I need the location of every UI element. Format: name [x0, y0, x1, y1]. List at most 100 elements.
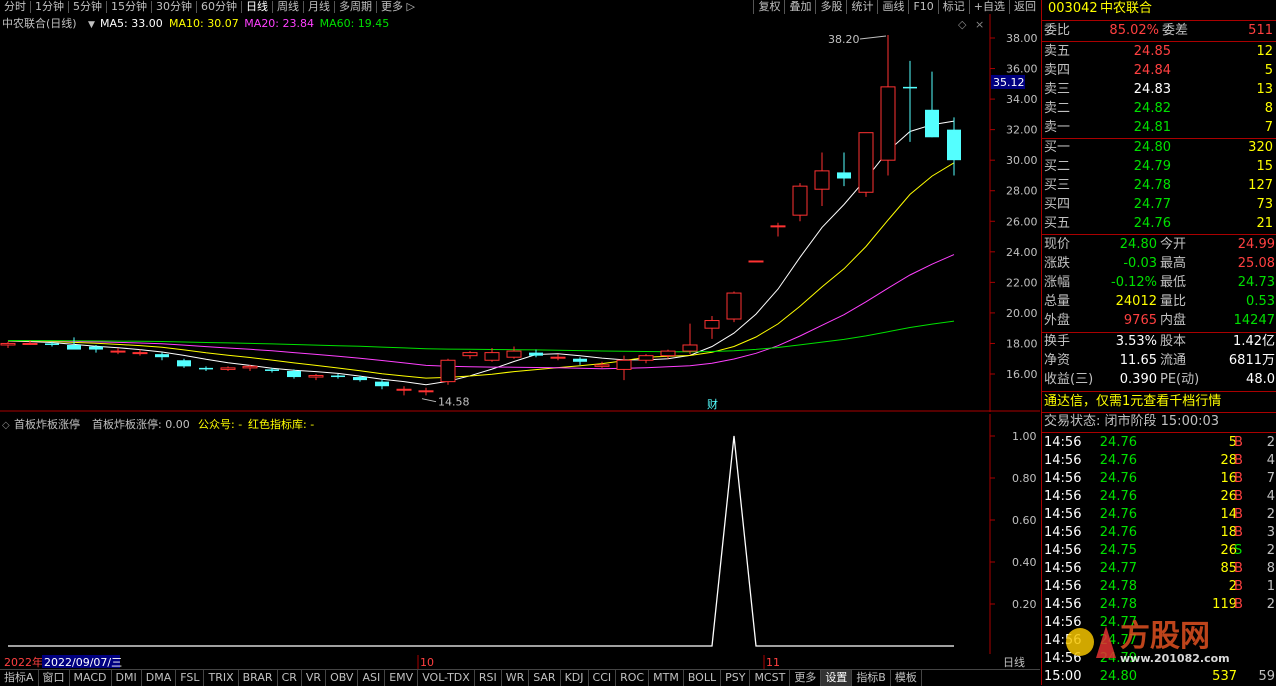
bid-row-3: 买四 24.77 73: [1042, 196, 1276, 214]
stat-label: 换手: [1044, 334, 1071, 349]
tick-time: 14:56: [1044, 489, 1082, 504]
tick-row-4: 14:56 24.76 14 B 2: [1042, 506, 1276, 524]
toolbar-button-1[interactable]: 叠加: [784, 0, 815, 14]
candle-body-down: [177, 360, 191, 367]
toolbar-button-2[interactable]: 多股: [815, 0, 846, 14]
timeframe-0[interactable]: 分时: [0, 0, 30, 14]
tab-27[interactable]: 模板: [891, 670, 922, 686]
ask-volume: 8: [1264, 101, 1273, 116]
indicator-chart[interactable]: ◇ 首板炸板涨停 首板炸板涨停: 0.00 公众号: - 红色指标库: - 1.00 0.8…: [0, 414, 1040, 654]
indicator-line: [8, 435, 954, 647]
stat-value: 6811万: [1228, 353, 1275, 368]
timeframe-4[interactable]: 30分钟: [152, 0, 196, 14]
tab-11[interactable]: ASI: [358, 670, 386, 686]
stat2-row-2: 收益(三) 0.390 PE(动) 48.0: [1042, 371, 1276, 389]
tick-price: 24.77: [1099, 561, 1137, 576]
ask-label: 卖五: [1044, 44, 1071, 59]
candle-body-down: [353, 377, 367, 381]
timeframe-10[interactable]: 更多 ▷: [377, 0, 419, 14]
candle-body-up: [550, 356, 566, 359]
timeframe-3[interactable]: 15分钟: [107, 0, 151, 14]
bid-row-2: 买三 24.78 127: [1042, 177, 1276, 195]
tab-1[interactable]: 窗口: [39, 670, 70, 686]
tick-count: 4: [1266, 453, 1275, 468]
candle-body-up: [660, 350, 676, 357]
tab-10[interactable]: OBV: [326, 670, 359, 686]
candle-body-up: [880, 86, 896, 161]
toolbar-button-5[interactable]: F10: [908, 0, 937, 14]
indicator-gzh: 公众号: -: [198, 418, 242, 431]
stat-row-2: 涨幅 -0.12% 最低 24.73: [1042, 274, 1276, 292]
candle-body-down: [45, 343, 59, 345]
tab-6[interactable]: TRIX: [204, 670, 239, 686]
timeframe-9[interactable]: 多周期: [335, 0, 376, 14]
toolbar-button-4[interactable]: 画线: [877, 0, 908, 14]
stat-value: 48.0: [1246, 372, 1275, 387]
tab-7[interactable]: BRAR: [239, 670, 278, 686]
toolbar-button-7[interactable]: +自选: [968, 0, 1009, 14]
timeframe-6[interactable]: 日线: [242, 0, 272, 14]
candle-body-down: [89, 346, 103, 350]
tab-2[interactable]: MACD: [70, 670, 112, 686]
tick-price: 24.78: [1099, 579, 1137, 594]
tab-9[interactable]: VR: [302, 670, 327, 686]
tab-14[interactable]: RSI: [475, 670, 502, 686]
tab-12[interactable]: EMV: [385, 670, 419, 686]
current-price-label: 35.12: [993, 76, 1025, 89]
candle-body-down: [903, 86, 917, 89]
toolbar-button-8[interactable]: 返回: [1009, 0, 1040, 14]
tab-17[interactable]: KDJ: [561, 670, 589, 686]
tab-8[interactable]: CR: [278, 670, 302, 686]
tab-13[interactable]: VOL-TDX: [418, 670, 475, 686]
tab-24[interactable]: 更多: [790, 670, 822, 686]
ma-line-60: [8, 320, 955, 353]
tab-22[interactable]: PSY: [721, 670, 751, 686]
candle-body-up: [22, 342, 38, 345]
tab-4[interactable]: DMA: [142, 670, 177, 686]
tab-3[interactable]: DMI: [112, 670, 142, 686]
tab-23[interactable]: MCST: [750, 670, 791, 686]
timeframe-2[interactable]: 5分钟: [69, 0, 106, 14]
tick-side: B: [1234, 507, 1243, 522]
tab-21[interactable]: BOLL: [684, 670, 722, 686]
tick-row-10: 14:56 24.77: [1042, 614, 1276, 632]
tab-20[interactable]: MTM: [649, 670, 684, 686]
indicator-lib: 红色指标库: -: [248, 417, 314, 431]
quote-panel: 003042 中农联合 委比 85.02% 委差 511 卖五 24.85 12 卖四 24.84 5…: [1041, 0, 1276, 685]
ask-row-1: 卖四 24.84 5: [1042, 62, 1276, 80]
candle-body-down: [529, 352, 543, 356]
ma-label-3: MA60: 19.45: [320, 17, 390, 30]
toolbar-button-0[interactable]: 复权: [753, 0, 784, 14]
tab-15[interactable]: WR: [502, 670, 530, 686]
indicator-tabs: 指标A 窗口 MACD DMI DMA FSL TRIX BRAR CR VR OBV ASI EMV V…: [0, 669, 1040, 686]
ma-line-10: [7, 162, 955, 379]
timeframe-1[interactable]: 1分钟: [31, 0, 68, 14]
tab-19[interactable]: ROC: [616, 670, 650, 686]
stat-label: 涨幅: [1044, 275, 1071, 290]
tick-side: S: [1234, 543, 1243, 558]
ask-price: 24.84: [1133, 63, 1171, 78]
toolbar-button-3[interactable]: 统计: [846, 0, 877, 14]
tab-26[interactable]: 指标B: [852, 670, 891, 686]
tick-price: 24.76: [1099, 471, 1137, 486]
stat-value: 24.73: [1237, 275, 1275, 290]
tick-count: 2: [1266, 507, 1275, 522]
tick-count: 4: [1266, 489, 1275, 504]
ma-line-5: [7, 120, 955, 386]
candle-body-down: [573, 358, 587, 362]
stat-row-3: 总量 24012 量比 0.53: [1042, 293, 1276, 311]
tab-25[interactable]: 设置: [821, 670, 853, 686]
timeframe-8[interactable]: 月线: [304, 0, 334, 14]
tab-16[interactable]: SAR: [529, 670, 561, 686]
promo-link[interactable]: 通达信，仅需1元查看千档行情: [1044, 393, 1221, 411]
tab-0[interactable]: 指标A: [0, 670, 39, 686]
candle-body-down: [265, 369, 279, 371]
main-candlestick-chart[interactable]: 中农联合(日线) ▼ MA5: 33.00 MA10: 30.07 MA20: 23.8…: [0, 14, 1040, 412]
tab-5[interactable]: FSL: [176, 670, 205, 686]
timeframe-7[interactable]: 周线: [273, 0, 303, 14]
high-annotation: 38.20: [828, 33, 860, 46]
tab-18[interactable]: CCI: [589, 670, 617, 686]
trade-status-row: 交易状态: 闭市阶段 15:00:03: [1042, 413, 1276, 431]
timeframe-5[interactable]: 60分钟: [197, 0, 241, 14]
toolbar-button-6[interactable]: 标记: [937, 0, 969, 14]
